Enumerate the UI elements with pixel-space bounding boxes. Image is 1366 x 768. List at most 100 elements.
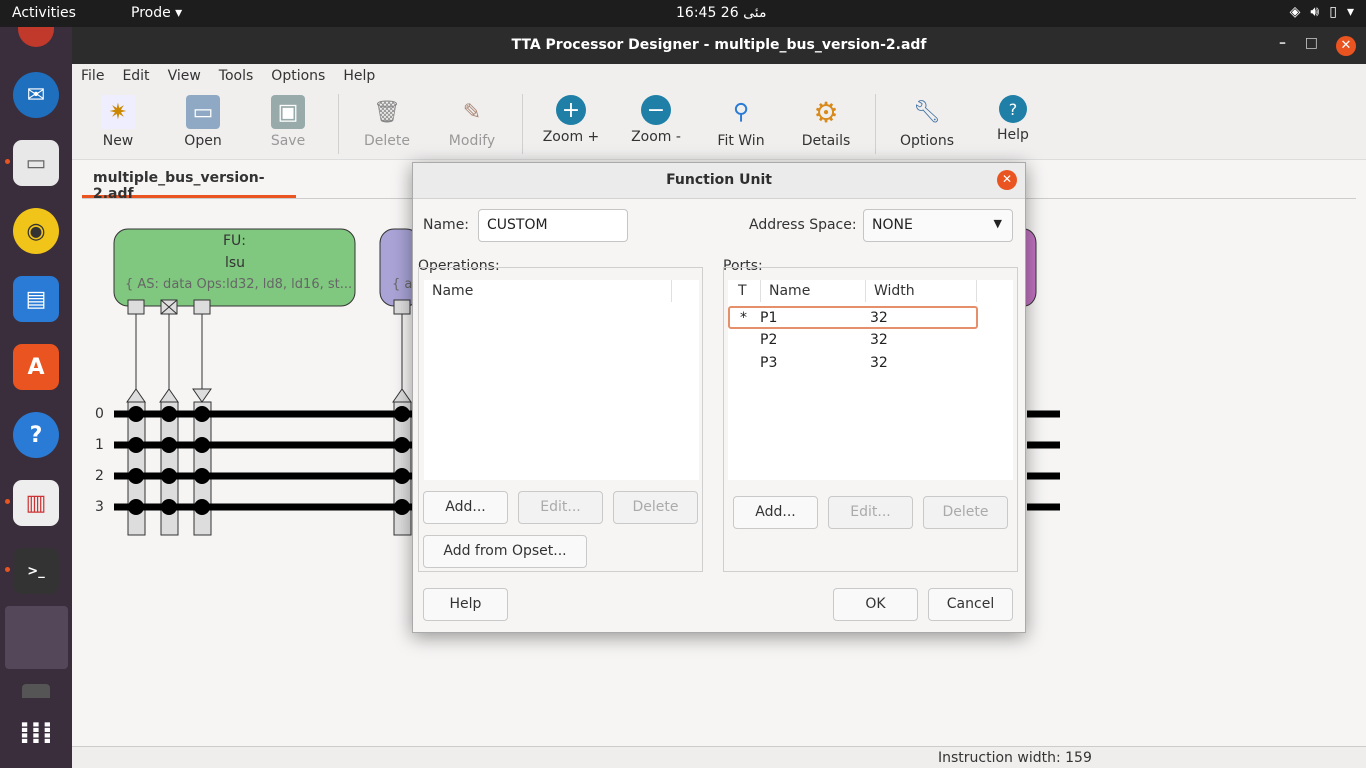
system-tray[interactable]: ◈ 🔊︎ ▯ ▾ bbox=[1290, 4, 1354, 20]
rhythmbox-icon[interactable]: ◉ bbox=[13, 208, 59, 254]
menu-view[interactable]: View bbox=[159, 64, 210, 90]
status-bar: Instruction width: 159 bbox=[72, 746, 1366, 768]
running-indicator bbox=[5, 567, 10, 572]
toolbar: ✷ New ▭ Open ▣ Save 🗑︎ Delete ✎ Modify + Zoom … bbox=[72, 90, 1366, 160]
window-title: TTA Processor Designer - multiple_bus_ve… bbox=[511, 37, 927, 53]
port-type: * bbox=[740, 310, 747, 326]
help-icon[interactable]: ? bbox=[13, 412, 59, 458]
zoom-in-button[interactable]: + Zoom + bbox=[531, 95, 611, 145]
activities-button[interactable]: Activities bbox=[12, 5, 76, 21]
ports-column-t[interactable]: T bbox=[728, 280, 761, 302]
maximize-button[interactable]: □ bbox=[1305, 35, 1318, 51]
menu-tools[interactable]: Tools bbox=[210, 64, 263, 90]
menu-edit[interactable]: Edit bbox=[113, 64, 158, 90]
ops-edit-button[interactable]: Edit... bbox=[518, 491, 603, 524]
clock[interactable]: 16:45 مئی 26 bbox=[676, 5, 766, 21]
function-unit-dialog: Function Unit ✕ Name: CUSTOM Address Spa… bbox=[412, 162, 1026, 633]
magnifier-icon: ⚲ bbox=[732, 99, 750, 125]
port-row[interactable]: P2 32 bbox=[728, 330, 978, 353]
running-indicator bbox=[5, 499, 10, 504]
dock: ✉ ▭ ◉ ▤ A ? ▥ >_ ⁞⁞⁞ bbox=[0, 27, 72, 768]
help-button[interactable]: ? Help bbox=[973, 95, 1053, 143]
files-icon[interactable]: ▭ bbox=[13, 140, 59, 186]
port-row[interactable]: * P1 32 bbox=[728, 306, 978, 329]
ports-add-button[interactable]: Add... bbox=[733, 496, 818, 529]
dialog-close-button[interactable]: ✕ bbox=[997, 170, 1017, 190]
zoom-out-label: Zoom - bbox=[631, 129, 681, 145]
fit-window-button[interactable]: ⚲ Fit Win bbox=[701, 95, 781, 150]
zoom-in-icon: + bbox=[556, 95, 586, 125]
address-space-label: Address Space: bbox=[749, 217, 857, 233]
ops-add-button[interactable]: Add... bbox=[423, 491, 508, 524]
ops-column-name[interactable]: Name bbox=[424, 280, 672, 302]
details-label: Details bbox=[801, 133, 851, 149]
bus-label: 0 bbox=[95, 406, 104, 422]
new-button[interactable]: ✷ New bbox=[78, 95, 158, 149]
add-from-opset-button[interactable]: Add from Opset... bbox=[423, 535, 587, 568]
modify-icon: ✎ bbox=[462, 99, 482, 125]
options-label: Options bbox=[899, 133, 955, 149]
document-viewer-icon[interactable]: ▥ bbox=[13, 480, 59, 526]
save-icon: ▣ bbox=[271, 95, 305, 129]
details-button[interactable]: ⚙ Details bbox=[786, 95, 866, 150]
open-button[interactable]: ▭ Open bbox=[163, 95, 243, 149]
modify-label: Modify bbox=[448, 133, 496, 149]
zoom-out-button[interactable]: − Zoom - bbox=[616, 95, 696, 145]
fu-title: FU: bbox=[223, 233, 247, 249]
address-space-select[interactable]: NONE ▼ bbox=[863, 209, 1013, 242]
ok-button[interactable]: OK bbox=[833, 588, 918, 621]
options-button[interactable]: 🔧︎ Options bbox=[887, 95, 967, 150]
trash-icon: 🗑︎ bbox=[373, 99, 401, 125]
prode-app-icon[interactable] bbox=[5, 606, 68, 669]
port-width: 32 bbox=[870, 355, 888, 371]
menu-help[interactable]: Help bbox=[334, 64, 384, 90]
help-label: Help bbox=[997, 127, 1029, 143]
ports-delete-button[interactable]: Delete bbox=[923, 496, 1008, 529]
firefox-icon[interactable] bbox=[18, 27, 54, 47]
close-button[interactable]: ✕ bbox=[1336, 36, 1356, 56]
operations-group: Name Add... Edit... Delete Add from Opse… bbox=[418, 267, 703, 572]
port-name: P3 bbox=[760, 355, 778, 371]
bus-label: 1 bbox=[95, 437, 104, 453]
help-button[interactable]: Help bbox=[423, 588, 508, 621]
bus-label: 3 bbox=[95, 499, 104, 515]
open-label: Open bbox=[184, 133, 222, 149]
minimize-button[interactable]: – bbox=[1279, 35, 1286, 51]
gear-icon: ⚙ bbox=[813, 95, 839, 129]
fu-name[interactable]: lsu bbox=[225, 255, 245, 271]
zoom-out-icon: − bbox=[641, 95, 671, 125]
modify-button[interactable]: ✎ Modify bbox=[432, 95, 512, 150]
operations-list[interactable]: Name bbox=[424, 280, 699, 480]
ports-column-width[interactable]: Width bbox=[866, 280, 977, 302]
instruction-width: Instruction width: 159 bbox=[938, 750, 1092, 766]
top-bar: Activities Prode ▾ 16:45 مئی 26 ◈ 🔊︎ ▯ ▾ bbox=[0, 0, 1366, 27]
fu2-info: { a bbox=[392, 277, 413, 292]
save-button[interactable]: ▣ Save bbox=[248, 95, 328, 149]
save-label: Save bbox=[270, 133, 306, 149]
terminal-icon[interactable]: >_ bbox=[13, 548, 59, 594]
chevron-down-icon: ▼ bbox=[993, 217, 1002, 230]
app-icon[interactable] bbox=[22, 684, 50, 698]
libreoffice-impress-icon[interactable]: ▤ bbox=[13, 276, 59, 322]
name-field[interactable]: CUSTOM bbox=[478, 209, 628, 242]
thunderbird-icon[interactable]: ✉ bbox=[13, 72, 59, 118]
cancel-button[interactable]: Cancel bbox=[928, 588, 1013, 621]
ports-list[interactable]: T Name Width * P1 32 P2 32 P3 32 bbox=[728, 280, 1013, 480]
ports-edit-button[interactable]: Edit... bbox=[828, 496, 913, 529]
port-row[interactable]: P3 32 bbox=[728, 353, 978, 376]
show-apps-icon[interactable]: ⁞⁞⁞ bbox=[13, 710, 59, 756]
open-folder-icon: ▭ bbox=[186, 95, 220, 129]
ports-group: T Name Width * P1 32 P2 32 P3 32 Add... … bbox=[723, 267, 1018, 572]
ops-delete-button[interactable]: Delete bbox=[613, 491, 698, 524]
app-menu[interactable]: Prode ▾ bbox=[131, 5, 182, 21]
toolbar-separator bbox=[522, 94, 523, 154]
fu-info: { AS: data Ops:ld32, ld8, ld16, st... bbox=[125, 277, 353, 292]
title-bar: TTA Processor Designer - multiple_bus_ve… bbox=[72, 27, 1366, 64]
tab-document[interactable]: multiple_bus_version-2.adf bbox=[82, 170, 296, 202]
delete-button[interactable]: 🗑︎ Delete bbox=[347, 95, 427, 150]
ports-column-name[interactable]: Name bbox=[761, 280, 866, 302]
menu-file[interactable]: File bbox=[72, 64, 113, 90]
chevron-down-icon: ▾ bbox=[1346, 4, 1354, 20]
menu-options[interactable]: Options bbox=[262, 64, 334, 90]
software-center-icon[interactable]: A bbox=[13, 344, 59, 390]
